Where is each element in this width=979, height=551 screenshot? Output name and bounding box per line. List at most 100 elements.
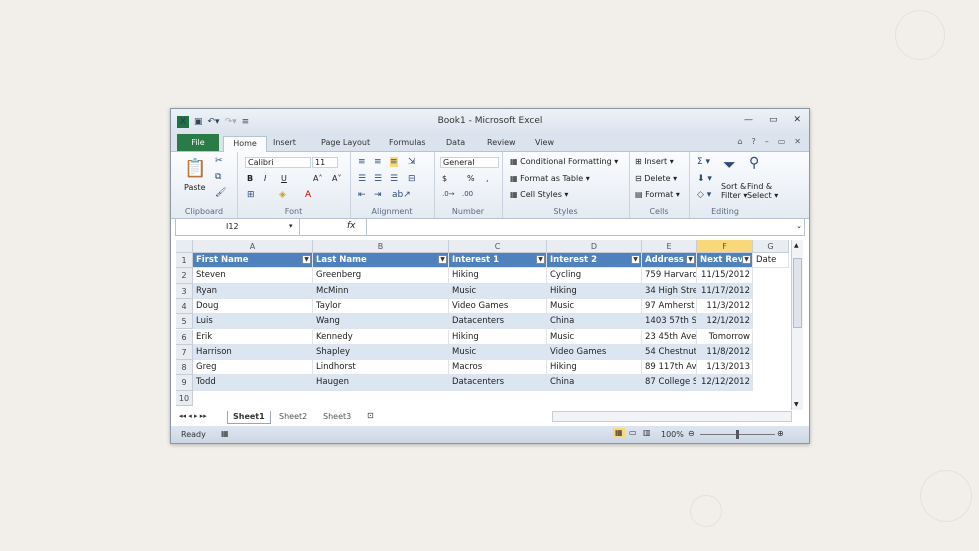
table-cell[interactable]: Greenberg [313,268,449,284]
scroll-thumb[interactable] [793,258,802,328]
table-header-cell[interactable]: Next Rev ▼ [697,253,753,269]
zoom-slider-thumb[interactable] [736,430,739,439]
table-cell[interactable]: 34 High Stre [642,283,697,299]
table-cell[interactable]: Luis [193,314,313,330]
table-cell[interactable]: Erik [193,329,313,345]
align-right-icon[interactable]: ☰ [390,174,398,184]
percent-button[interactable]: % [467,174,475,183]
table-cell[interactable]: 11/15/2012 [697,268,753,284]
table-cell[interactable]: 12/12/2012 [697,375,753,391]
tab-view[interactable]: View [535,136,554,150]
italic-button[interactable]: I [264,174,266,183]
table-cell[interactable]: Music [449,283,547,299]
table-cell[interactable]: China [547,375,642,391]
table-cell[interactable]: Datacenters [449,314,547,330]
paste-icon[interactable]: 📋 [184,158,206,179]
row-header[interactable]: 8 [176,360,193,376]
name-box[interactable]: I12 ▾ [176,219,300,235]
table-cell[interactable]: 11/8/2012 [697,344,753,361]
orientation-icon[interactable]: ab↗ [392,190,411,200]
table-cell[interactable]: 1403 57th St [642,314,697,330]
table-cell[interactable]: Music [547,329,642,345]
table-header-cell[interactable]: Last Name ▼ [313,253,449,269]
row-header[interactable]: 7 [176,344,193,361]
table-cell[interactable]: Wang [313,314,449,330]
page-layout-view-icon[interactable]: ▭ [629,428,637,437]
table-cell[interactable]: 1/13/2013 [697,360,753,376]
table-cell[interactable]: 11/3/2012 [697,298,753,315]
format-as-table-button[interactable]: ▦ Format as Table ▾ [510,174,590,183]
help-icon[interactable]: ? [751,137,755,146]
font-color-icon[interactable]: A [305,190,311,200]
cell-g1[interactable]: Date [753,253,789,269]
table-cell[interactable]: Music [449,344,547,361]
sheet-tab-3[interactable]: Sheet3 [318,411,356,423]
copy-icon[interactable]: ⧉ [215,172,221,182]
expand-formula-bar-icon[interactable]: ⌄ [796,222,802,230]
number-format-select[interactable]: General [440,157,499,168]
zoom-in-icon[interactable]: ⊕ [777,429,784,438]
borders-icon[interactable]: ⊞ [247,190,255,200]
fill-color-icon[interactable]: ◈ [279,190,286,200]
column-header-d[interactable]: D [547,240,642,253]
merge-center-icon[interactable]: ⊟ [408,174,416,184]
table-cell[interactable]: Steven [193,268,313,284]
row-header[interactable]: 10 [176,390,193,406]
table-cell[interactable]: 12/1/2012 [697,314,753,330]
macro-record-icon[interactable]: ▦ [221,429,229,438]
scroll-down-icon[interactable]: ▼ [794,401,799,408]
tab-home[interactable]: Home [223,136,267,153]
table-cell[interactable]: 89 117th Av [642,360,697,376]
normal-view-icon[interactable]: ▦ [613,428,625,437]
tab-insert[interactable]: Insert [273,136,296,150]
table-header-cell[interactable]: Interest 1 ▼ [449,253,547,269]
workbook-minimize-icon[interactable]: – [765,137,769,146]
tab-page-layout[interactable]: Page Layout [321,136,370,150]
tab-formulas[interactable]: Formulas [389,136,426,150]
increase-indent-icon[interactable]: ⇥ [374,190,382,200]
table-cell[interactable]: Doug [193,298,313,315]
row-header[interactable]: 2 [176,268,193,284]
filter-dropdown-icon[interactable]: ▼ [742,255,751,264]
table-cell[interactable]: Taylor [313,298,449,315]
table-cell[interactable]: Kennedy [313,329,449,345]
find-select-label[interactable]: Find & Select ▾ [747,182,778,200]
row-header[interactable]: 5 [176,314,193,330]
align-center-icon[interactable]: ☰ [374,174,382,184]
sheet-tab-1[interactable]: Sheet1 [227,411,271,424]
table-cell[interactable]: 23 45th Ave [642,329,697,345]
fill-icon[interactable]: ⬇ ▾ [697,174,712,184]
align-left-icon[interactable]: ☰ [358,174,366,184]
workbook-close-icon[interactable]: ✕ [794,137,801,146]
column-header-a[interactable]: A [193,240,313,253]
format-painter-icon[interactable]: 🖌 [215,188,226,198]
row-header[interactable]: 9 [176,375,193,391]
zoom-out-icon[interactable]: ⊖ [688,429,695,438]
table-cell[interactable]: Tomorrow [697,329,753,345]
table-cell[interactable]: 11/17/2012 [697,283,753,299]
horizontal-scrollbar[interactable] [552,411,792,422]
restore-icon[interactable]: ▭ [769,115,778,125]
delete-cells-button[interactable]: ⊟ Delete ▾ [635,174,677,183]
table-cell[interactable]: Hiking [547,283,642,299]
table-cell[interactable]: Hiking [449,329,547,345]
table-cell[interactable]: Shapley [313,344,449,361]
minimize-ribbon-icon[interactable]: ⌂ [737,137,742,146]
filter-dropdown-icon[interactable]: ▼ [438,255,447,264]
align-top-icon[interactable]: ≡ [358,157,366,167]
underline-button[interactable]: U [281,174,287,183]
shrink-font-button[interactable]: A˅ [332,174,341,183]
scroll-up-icon[interactable]: ▲ [794,242,799,249]
table-cell[interactable]: 759 Harvard [642,268,697,284]
cell-styles-button[interactable]: ▦ Cell Styles ▾ [510,190,568,199]
table-cell[interactable]: Hiking [547,360,642,376]
sheet-tab-2[interactable]: Sheet2 [274,411,312,423]
table-cell[interactable]: Lindhorst [313,360,449,376]
table-cell[interactable]: 54 Chestnut [642,344,697,361]
font-name-select[interactable]: Calibri [245,157,311,168]
cut-icon[interactable]: ✂ [215,156,223,166]
currency-button[interactable]: $ [442,174,447,183]
row-header[interactable]: 6 [176,329,193,345]
column-header-f[interactable]: F [697,240,753,253]
table-cell[interactable]: China [547,314,642,330]
